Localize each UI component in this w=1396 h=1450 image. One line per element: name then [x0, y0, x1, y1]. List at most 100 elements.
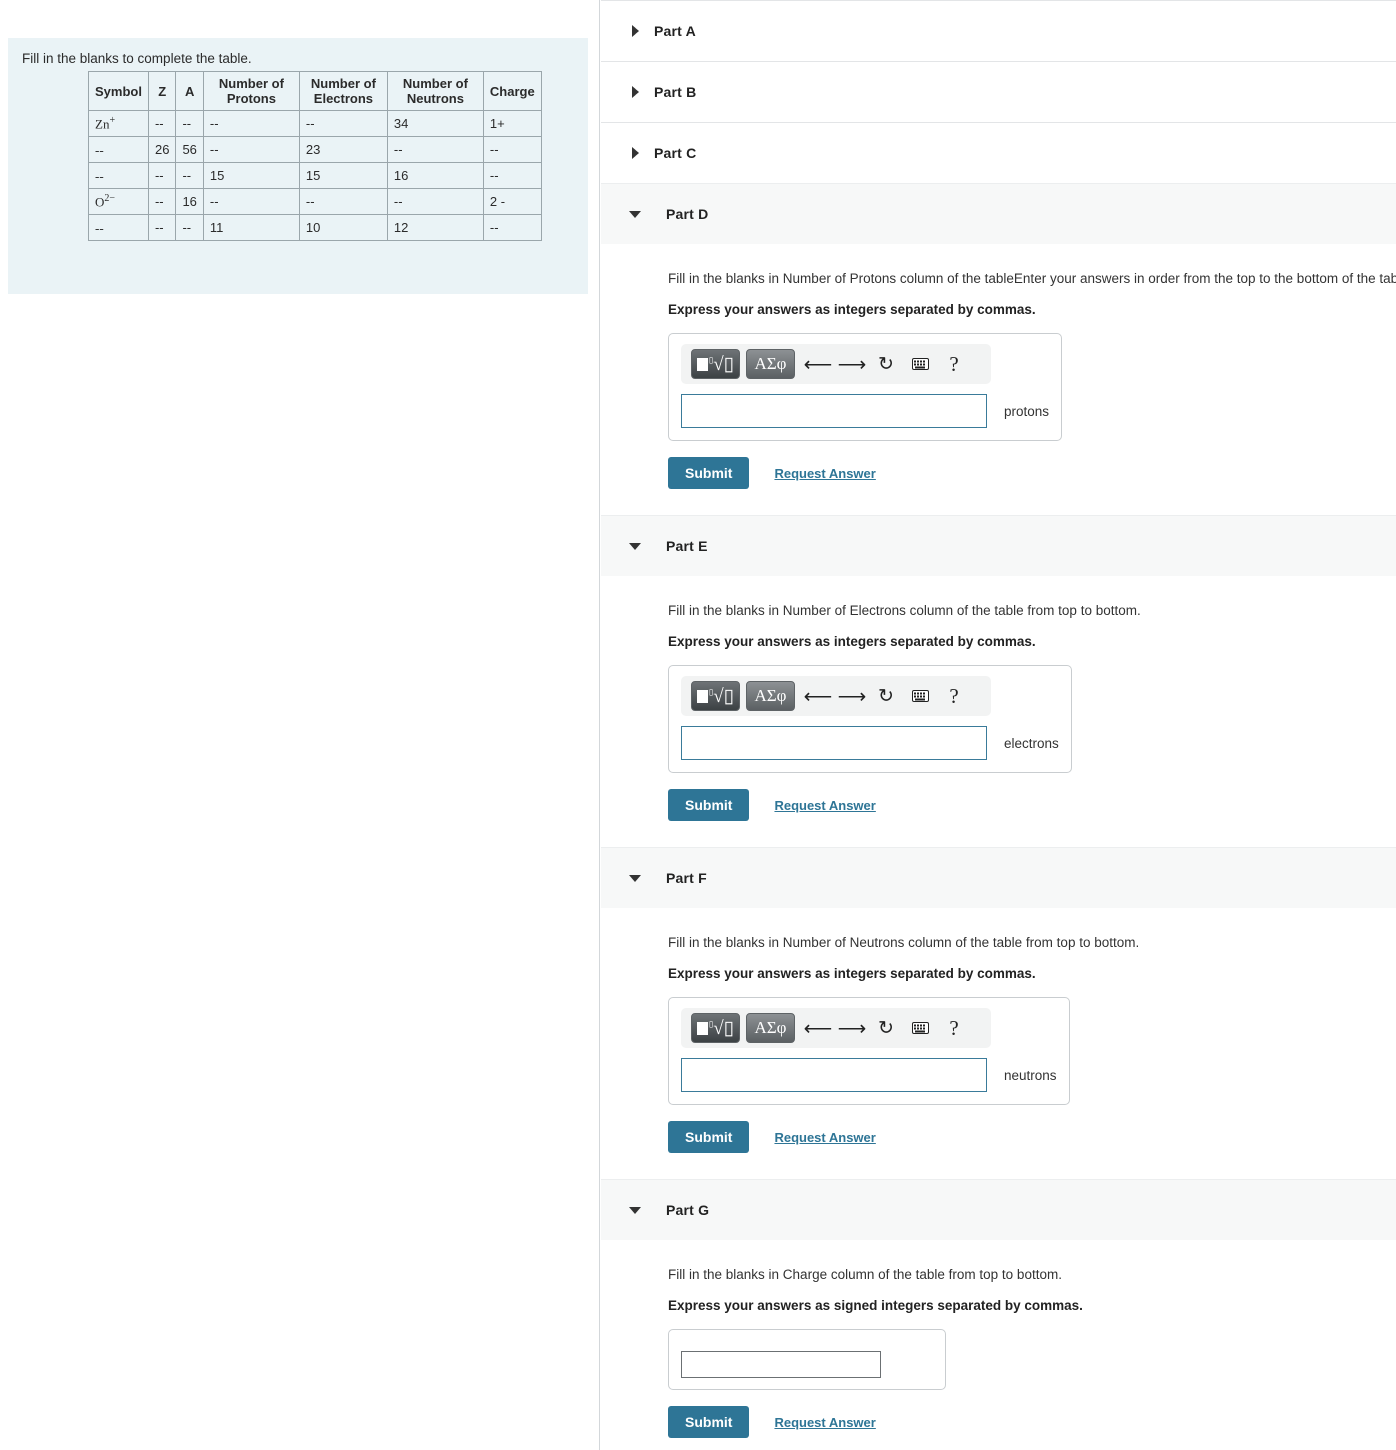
help-icon[interactable]: ?	[937, 682, 971, 710]
header-symbol: Symbol	[88, 71, 149, 111]
part-label-b: Part B	[654, 84, 697, 100]
redo-icon[interactable]: ⟶	[835, 682, 869, 710]
part-body-d: Fill in the blanks in Number of Protons …	[601, 244, 1396, 515]
math-template-button[interactable]: ▯√▯	[691, 349, 740, 379]
reset-icon[interactable]: ↻	[869, 350, 903, 378]
part-header-g[interactable]: Part G	[601, 1179, 1396, 1240]
cell-protons: 11	[202, 214, 300, 241]
reset-icon[interactable]: ↻	[869, 1014, 903, 1042]
chevron-right-icon[interactable]	[628, 84, 644, 100]
table-header-row: Symbol Z A Number of Protons Number of E…	[88, 71, 542, 111]
header-neutrons-line1: Number of	[402, 76, 468, 91]
chevron-down-icon[interactable]	[628, 206, 644, 222]
answer-unit-e: electrons	[1004, 735, 1059, 751]
math-template-button[interactable]: ▯√▯	[691, 681, 740, 711]
part-instruction-e: Express your answers as integers separat…	[668, 634, 1036, 649]
undo-icon[interactable]: ⟵	[801, 682, 835, 710]
header-z: Z	[147, 71, 177, 111]
cell-electrons: 23	[298, 136, 388, 163]
part-label-a: Part A	[654, 23, 696, 39]
help-icon[interactable]: ?	[937, 1014, 971, 1042]
help-icon[interactable]: ?	[937, 350, 971, 378]
header-electrons-line2: Electrons	[313, 91, 374, 106]
nuclide-table-body: Zn+ -- -- -- -- 34 1+ -- 26 56 -- 23 -- …	[88, 110, 542, 241]
part-header-b[interactable]: Part B	[601, 61, 1396, 122]
part-prompt-g: Fill in the blanks in Charge column of t…	[668, 1267, 1062, 1282]
table-row: -- 26 56 -- 23 -- --	[88, 136, 542, 163]
keyboard-icon[interactable]	[903, 350, 937, 378]
left-problem-pane: Fill in the blanks to complete the table…	[0, 0, 600, 1450]
answer-input-d[interactable]	[681, 394, 987, 428]
header-electrons-line1: Number of	[310, 76, 376, 91]
chevron-down-icon[interactable]	[628, 1202, 644, 1218]
symbol-base: --	[95, 142, 104, 158]
cell-electrons: --	[298, 188, 388, 215]
cell-charge: --	[482, 136, 542, 163]
redo-icon[interactable]: ⟶	[835, 350, 869, 378]
header-a: A	[175, 71, 204, 111]
cell-neutrons: --	[386, 188, 484, 215]
table-row: -- -- -- 11 10 12 --	[88, 214, 542, 241]
redo-icon[interactable]: ⟶	[835, 1014, 869, 1042]
part-block-d: Part D Fill in the blanks in Number of P…	[601, 183, 1396, 515]
request-answer-link-d[interactable]: Request Answer	[774, 466, 875, 481]
greek-symbols-button[interactable]: ΑΣφ	[746, 1013, 795, 1043]
part-block-e: Part E Fill in the blanks in Number of E…	[601, 515, 1396, 847]
answer-widget-e: ▯√▯ ΑΣφ ⟵ ⟶ ↻ ? electrons	[668, 665, 1072, 773]
part-header-f[interactable]: Part F	[601, 847, 1396, 908]
cell-neutrons: 34	[386, 110, 484, 137]
part-prompt-f: Fill in the blanks in Number of Neutrons…	[668, 935, 1140, 950]
header-protons-line1: Number of	[218, 76, 284, 91]
part-header-a[interactable]: Part A	[601, 0, 1396, 61]
greek-symbols-button[interactable]: ΑΣφ	[746, 349, 795, 379]
math-template-button[interactable]: ▯√▯	[691, 1013, 740, 1043]
request-answer-link-g[interactable]: Request Answer	[774, 1415, 875, 1430]
symbol-base: --	[95, 168, 104, 184]
header-charge-line1: Charge	[489, 83, 535, 99]
answer-row-g	[681, 1351, 933, 1378]
keyboard-icon[interactable]	[903, 1014, 937, 1042]
part-header-e[interactable]: Part E	[601, 515, 1396, 576]
answer-widget-f: ▯√▯ ΑΣφ ⟵ ⟶ ↻ ? neutrons	[668, 997, 1070, 1105]
undo-icon[interactable]: ⟵	[801, 1014, 835, 1042]
header-charge: Charge	[482, 71, 542, 111]
part-actions-d: Submit Request Answer	[668, 457, 1396, 489]
cell-charge: --	[482, 214, 542, 241]
request-answer-link-e[interactable]: Request Answer	[774, 798, 875, 813]
submit-button-g[interactable]: Submit	[668, 1406, 750, 1438]
part-label-d: Part D	[666, 206, 709, 222]
answer-input-g[interactable]	[681, 1351, 881, 1378]
cell-neutrons: 16	[386, 162, 484, 189]
chevron-down-icon[interactable]	[628, 870, 644, 886]
answer-widget-d: ▯√▯ ΑΣφ ⟵ ⟶ ↻ ? protons	[668, 333, 1063, 441]
cell-protons: --	[202, 110, 300, 137]
request-answer-link-f[interactable]: Request Answer	[774, 1130, 875, 1145]
cell-symbol: --	[88, 136, 149, 163]
chevron-right-icon[interactable]	[628, 145, 644, 161]
answer-row-e: electrons	[681, 726, 1059, 760]
header-protons-line2: Protons	[226, 91, 276, 106]
submit-button-e[interactable]: Submit	[668, 789, 750, 821]
part-instruction-f: Express your answers as integers separat…	[668, 966, 1036, 981]
chevron-right-icon[interactable]	[628, 23, 644, 39]
part-block-g: Part G Fill in the blanks in Charge colu…	[601, 1179, 1396, 1450]
part-body-g: Fill in the blanks in Charge column of t…	[601, 1240, 1396, 1450]
part-header-d[interactable]: Part D	[601, 183, 1396, 244]
greek-symbols-button[interactable]: ΑΣφ	[746, 681, 795, 711]
submit-button-f[interactable]: Submit	[668, 1121, 750, 1153]
chevron-down-icon[interactable]	[628, 538, 644, 554]
cell-neutrons: 12	[386, 214, 484, 241]
submit-button-d[interactable]: Submit	[668, 457, 750, 489]
part-prompt-e: Fill in the blanks in Number of Electron…	[668, 603, 1141, 618]
keyboard-icon[interactable]	[903, 682, 937, 710]
undo-icon[interactable]: ⟵	[801, 350, 835, 378]
cell-protons: --	[202, 136, 300, 163]
answer-input-f[interactable]	[681, 1058, 987, 1092]
header-a-line1: A	[184, 83, 195, 99]
right-parts-pane: Part A Part B Part C Part D Fill in the …	[601, 0, 1396, 1450]
reset-icon[interactable]: ↻	[869, 682, 903, 710]
cell-electrons: 10	[298, 214, 388, 241]
answer-input-e[interactable]	[681, 726, 987, 760]
part-header-c[interactable]: Part C	[601, 122, 1396, 183]
cell-protons: 15	[202, 162, 300, 189]
